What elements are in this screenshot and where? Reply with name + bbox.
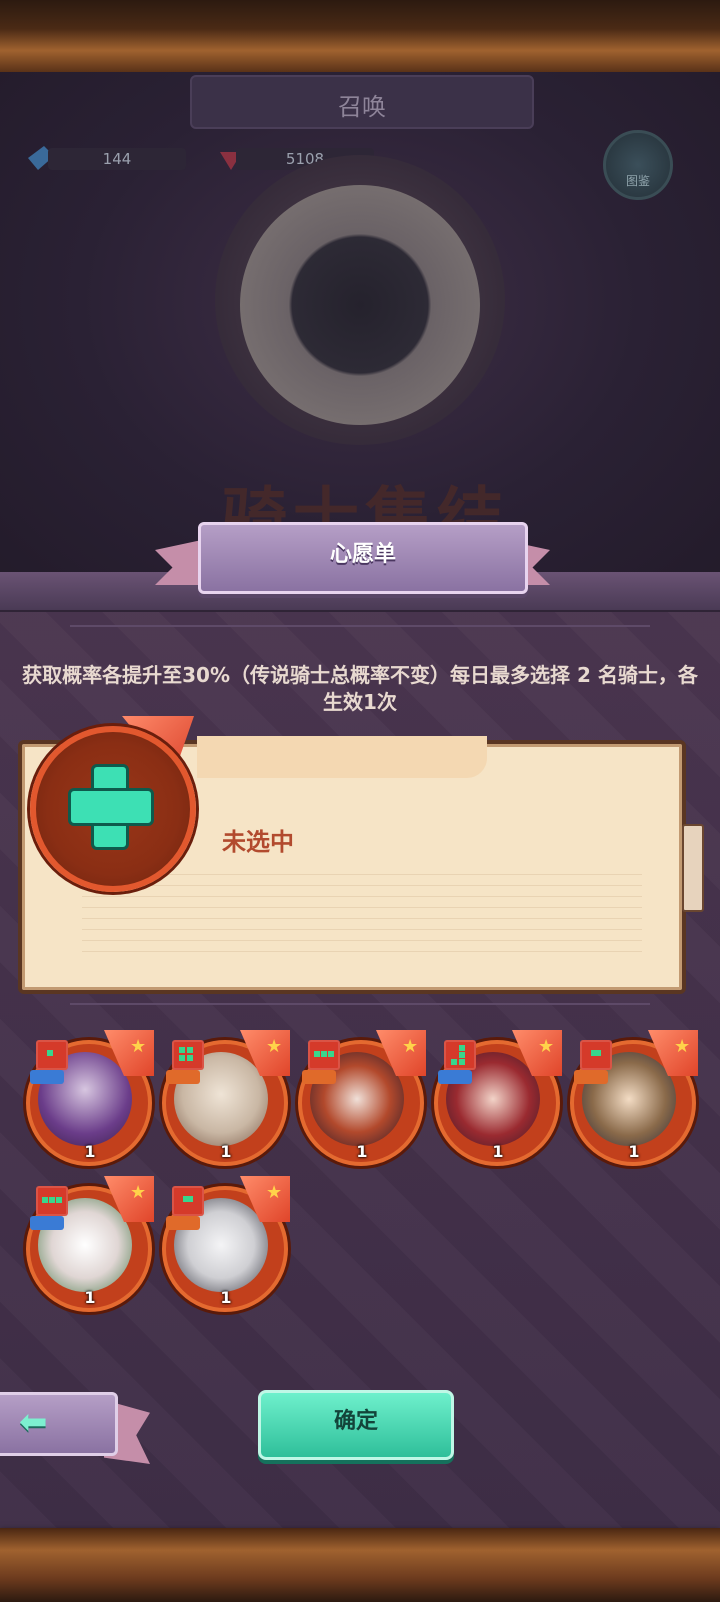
- scroll-curl: [197, 736, 487, 778]
- hero-slot-7[interactable]: ★ 1: [162, 1176, 290, 1312]
- back-button[interactable]: ⬅: [0, 1392, 118, 1456]
- heart-icon: [30, 1216, 64, 1230]
- slot-status-label: 未选中: [222, 828, 294, 856]
- header-title-plate: 召唤: [190, 75, 534, 129]
- hero-level: 1: [492, 1142, 504, 1161]
- faction-tag-icon: [580, 1040, 612, 1070]
- faction-tag-icon: [36, 1186, 68, 1216]
- hero-slot-2[interactable]: ★ 1: [162, 1030, 290, 1166]
- confirm-button[interactable]: 确定: [258, 1390, 454, 1460]
- confirm-label: 确定: [333, 1409, 378, 1434]
- sword-icon: [574, 1070, 608, 1084]
- hero-level: 1: [84, 1288, 96, 1307]
- catalog-button[interactable]: 图鉴: [603, 130, 673, 200]
- faction-tag-icon: [444, 1040, 476, 1070]
- star-icon: ★: [674, 1036, 691, 1057]
- faction-tag-icon: [172, 1186, 204, 1216]
- star-icon: ★: [538, 1036, 555, 1057]
- hero-slot-6[interactable]: ★ 1: [26, 1176, 154, 1312]
- faction-tag-icon: [36, 1040, 68, 1070]
- wishlist-title-ribbon: 心愿单: [198, 522, 528, 594]
- hero-slot-5[interactable]: ★ 1: [570, 1030, 698, 1166]
- hero-slot-1[interactable]: ★ 1: [26, 1030, 154, 1166]
- bottom-wood-frame: [0, 1528, 720, 1602]
- star-icon: ★: [130, 1182, 147, 1203]
- add-hero-button[interactable]: [30, 726, 196, 892]
- hero-level: 1: [84, 1142, 96, 1161]
- divider-top: [70, 625, 650, 627]
- hero-level: 1: [220, 1288, 232, 1307]
- hero-level: 1: [356, 1142, 368, 1161]
- star-icon: ★: [130, 1036, 147, 1057]
- star-icon: ★: [266, 1182, 283, 1203]
- ticket-counter: 144: [48, 148, 186, 170]
- card-side-handle: [682, 824, 704, 912]
- sword-icon: [30, 1070, 64, 1084]
- arrow-left-icon: ⬅: [19, 1402, 48, 1442]
- catalog-label: 图鉴: [625, 174, 650, 188]
- card-ruled-lines: [82, 864, 642, 954]
- divider-bottom: [70, 1003, 650, 1005]
- clock-face: [240, 185, 480, 425]
- sword-icon: [166, 1070, 200, 1084]
- wishlist-description: 获取概率各提升至30%（传说骑士总概率不变）每日最多选择 2 名骑士，各生效1次: [22, 663, 698, 714]
- star-icon: ★: [266, 1036, 283, 1057]
- plus-icon-bar: [68, 788, 154, 826]
- hero-slot-3[interactable]: ★ 1: [298, 1030, 426, 1166]
- header-title: 召唤: [338, 93, 386, 121]
- faction-tag-icon: [172, 1040, 204, 1070]
- hero-slot-4[interactable]: ★ 1: [434, 1030, 562, 1166]
- sword-icon: [438, 1070, 472, 1084]
- faction-tag-icon: [308, 1040, 340, 1070]
- sword-icon: [302, 1070, 336, 1084]
- hero-level: 1: [628, 1142, 640, 1161]
- hero-level: 1: [220, 1142, 232, 1161]
- top-wood-frame: [0, 0, 720, 72]
- star-icon: ★: [402, 1036, 419, 1057]
- sword-icon: [166, 1216, 200, 1230]
- wishlist-title: 心愿单: [329, 542, 396, 567]
